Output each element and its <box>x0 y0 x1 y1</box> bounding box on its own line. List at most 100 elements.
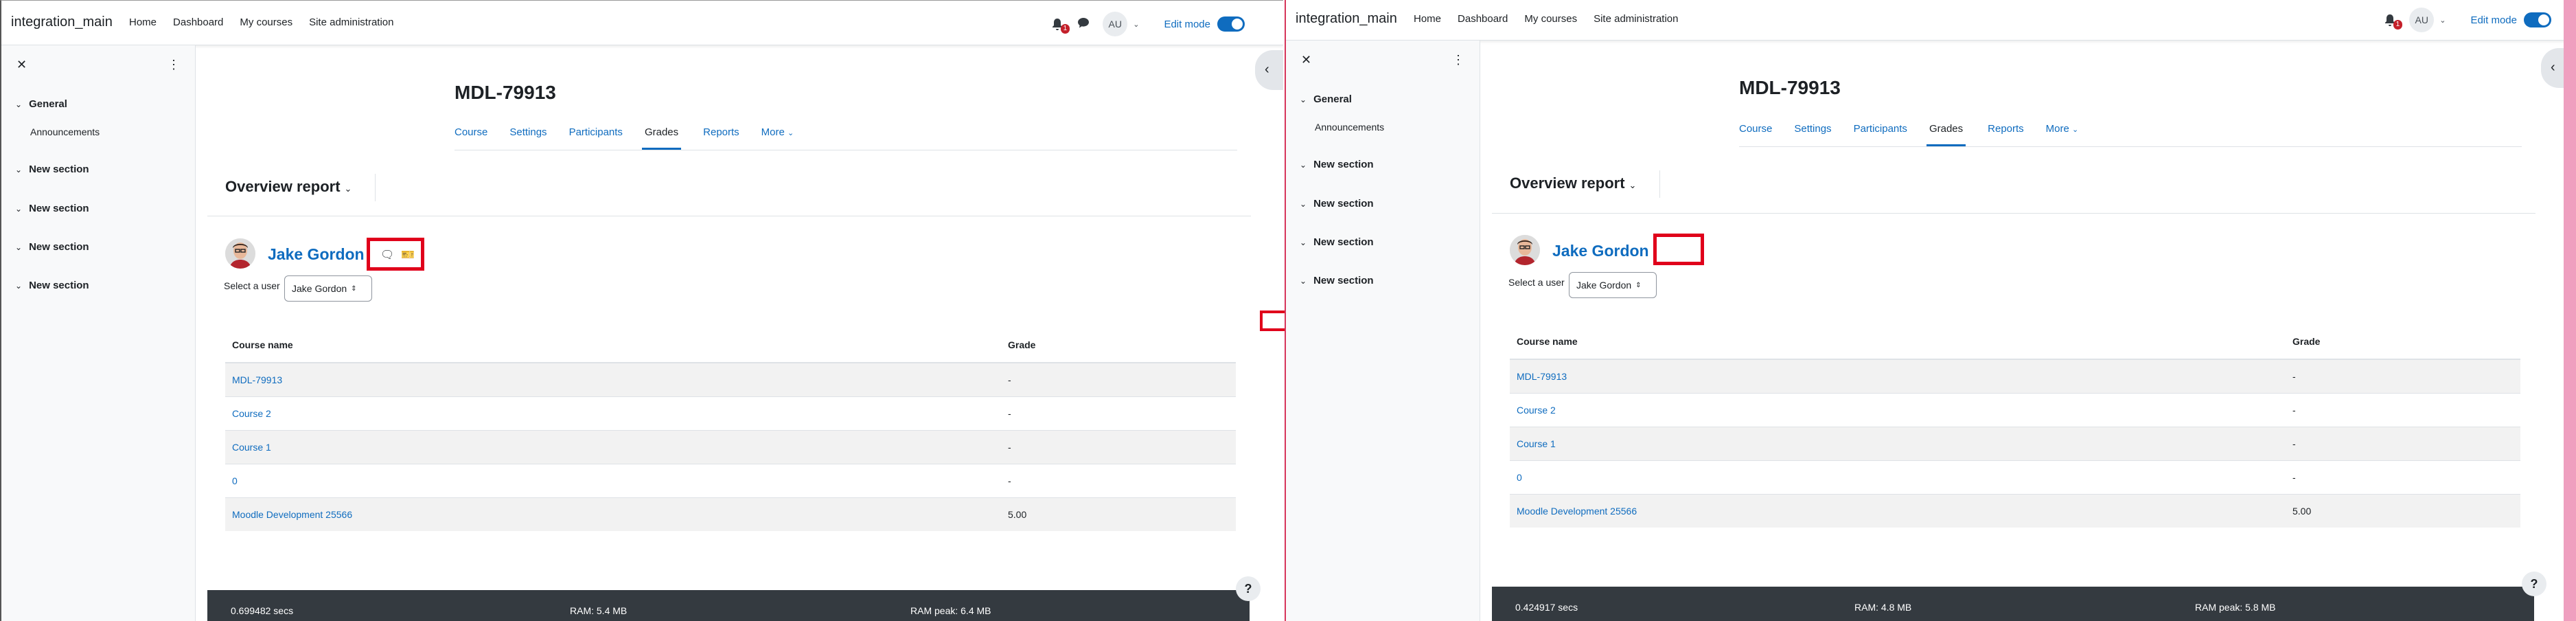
section-general[interactable]: ⌄ General <box>15 98 67 110</box>
course-index-drawer: ✕ ⋮ ⌄ General Announcements ⌄ New section … <box>1 45 196 621</box>
table-row: Course 1 - <box>1510 427 2520 461</box>
user-name-link[interactable]: Jake Gordon <box>268 245 365 264</box>
edit-mode-switch[interactable]: Edit mode <box>1164 16 1245 32</box>
drawer-options-kebab-icon[interactable]: ⋮ <box>1452 53 1464 67</box>
section-new-1[interactable]: ⌄ New section <box>1300 159 1374 170</box>
section-general[interactable]: ⌄ General <box>1300 93 1352 105</box>
section-new-2[interactable]: ⌄ New section <box>1300 198 1374 210</box>
column-header-course-name: Course name <box>1510 324 2286 360</box>
tab-participants[interactable]: Participants <box>1854 123 1907 146</box>
chevron-down-icon: ⌄ <box>15 203 23 214</box>
report-selector[interactable]: Overview report ⌄ <box>1510 174 1636 192</box>
report-selector[interactable]: Overview report ⌄ <box>225 178 352 196</box>
tab-settings[interactable]: Settings <box>509 126 547 150</box>
notifications-count-badge: 1 <box>2393 20 2403 30</box>
nav-site-administration[interactable]: Site administration <box>1594 13 1678 25</box>
grade-cell: - <box>1001 430 1236 464</box>
tab-reports[interactable]: Reports <box>703 126 739 150</box>
nav-my-courses[interactable]: My courses <box>240 16 292 28</box>
table-row: MDL-79913 - <box>1510 359 2520 394</box>
column-header-grade: Grade <box>1001 328 1236 363</box>
nav-home[interactable]: Home <box>1414 13 1441 25</box>
course-link[interactable]: 0 <box>1517 472 1522 483</box>
open-block-drawer-button[interactable]: ‹ <box>1255 50 1283 90</box>
notifications-bell-icon[interactable]: 1 <box>1050 17 1070 34</box>
close-drawer-icon[interactable]: ✕ <box>1301 53 1311 67</box>
messages-chat-icon[interactable] <box>1077 16 1090 33</box>
course-secondary-navigation: Course Settings Participants Grades Repo… <box>1739 123 2522 147</box>
tab-course[interactable]: Course <box>1739 123 1772 146</box>
course-link[interactable]: Course 2 <box>1517 405 1556 416</box>
performance-footer: 0.424917 secs RAM: 4.8 MB RAM peak: 5.8 … <box>1492 587 2534 621</box>
section-new-3[interactable]: ⌄ New section <box>15 241 89 253</box>
grade-cell: 5.00 <box>1001 497 1236 531</box>
select-arrows-icon: ⇕ <box>351 284 357 293</box>
drawer-options-kebab-icon[interactable]: ⋮ <box>168 58 180 72</box>
nav-home[interactable]: Home <box>129 16 157 28</box>
user-menu-chevron-down-icon[interactable]: ⌄ <box>1133 20 1139 29</box>
grade-cell: - <box>1001 464 1236 498</box>
notifications-bell-icon[interactable]: 1 <box>2383 13 2403 30</box>
user-profile-picture[interactable] <box>1510 235 1540 265</box>
select-user-label: Select a user <box>224 280 280 291</box>
open-block-drawer-button[interactable]: ‹ <box>2541 48 2571 88</box>
course-link[interactable]: 0 <box>232 475 238 486</box>
edit-mode-toggle[interactable] <box>2524 12 2551 27</box>
course-title: MDL-79913 <box>1739 77 1841 98</box>
course-link[interactable]: Course 1 <box>232 442 271 453</box>
section-new-1[interactable]: ⌄ New section <box>15 163 89 175</box>
user-menu-chevron-down-icon[interactable]: ⌄ <box>2439 16 2446 25</box>
nav-dashboard[interactable]: Dashboard <box>173 16 223 28</box>
tab-more[interactable]: More ⌄ <box>761 126 794 150</box>
edit-mode-switch[interactable]: Edit mode <box>2470 12 2551 27</box>
tab-course[interactable]: Course <box>455 126 487 150</box>
section-new-4[interactable]: ⌄ New section <box>15 280 89 291</box>
course-link[interactable]: Moodle Development 25566 <box>1517 506 1637 517</box>
site-brand[interactable]: integration_main <box>1296 11 1397 27</box>
chevron-left-icon: ‹ <box>1265 62 1269 77</box>
user-select-dropdown[interactable]: Jake Gordon ⇕ <box>1569 272 1657 298</box>
user-name-link[interactable]: Jake Gordon <box>1552 242 1649 260</box>
table-row: Moodle Development 25566 5.00 <box>225 497 1236 531</box>
tab-more[interactable]: More ⌄ <box>2046 123 2079 146</box>
close-drawer-icon[interactable]: ✕ <box>16 58 27 72</box>
tab-reports[interactable]: Reports <box>1988 123 2024 146</box>
activity-announcements[interactable]: Announcements <box>30 126 100 137</box>
nav-dashboard[interactable]: Dashboard <box>1458 13 1508 25</box>
help-button[interactable]: ? <box>1236 576 1261 601</box>
user-select-dropdown[interactable]: Jake Gordon ⇕ <box>284 275 372 302</box>
grade-cell: - <box>2286 393 2520 427</box>
tab-grades[interactable]: Grades <box>1926 123 1966 146</box>
chevron-down-icon: ⌄ <box>1300 94 1307 104</box>
navbar-user-area: 1 AU ⌄ Edit mode <box>1050 12 1245 36</box>
course-link[interactable]: Course 2 <box>232 408 271 419</box>
help-button[interactable]: ? <box>2522 572 2546 596</box>
section-new-2[interactable]: ⌄ New section <box>15 203 89 214</box>
course-link[interactable]: MDL-79913 <box>1517 371 1567 382</box>
column-header-grade: Grade <box>2286 324 2520 360</box>
section-new-3[interactable]: ⌄ New section <box>1300 236 1374 248</box>
user-profile-card-icon[interactable]: 🎫 <box>401 248 415 262</box>
nav-my-courses[interactable]: My courses <box>1524 13 1577 25</box>
user-menu-avatar[interactable]: AU <box>1103 12 1128 36</box>
edit-mode-label: Edit mode <box>2470 14 2517 26</box>
tab-grades[interactable]: Grades <box>641 126 682 150</box>
tab-participants[interactable]: Participants <box>569 126 623 150</box>
top-navbar: integration_main Home Dashboard My cours… <box>1 1 1283 45</box>
course-link[interactable]: MDL-79913 <box>232 374 282 385</box>
primary-navigation: Home Dashboard My courses Site administr… <box>129 16 394 28</box>
edit-mode-toggle[interactable] <box>1217 16 1245 32</box>
section-new-4[interactable]: ⌄ New section <box>1300 275 1374 286</box>
table-row: Course 1 - <box>225 430 1236 464</box>
site-brand[interactable]: integration_main <box>11 14 113 30</box>
nav-site-administration[interactable]: Site administration <box>309 16 393 28</box>
tab-settings[interactable]: Settings <box>1794 123 1831 146</box>
user-profile-picture[interactable] <box>225 238 255 269</box>
message-user-icon[interactable]: 🗨 <box>380 248 394 262</box>
activity-announcements[interactable]: Announcements <box>1315 122 1384 133</box>
table-row: MDL-79913 - <box>225 362 1236 397</box>
user-menu-avatar[interactable]: AU <box>2409 8 2435 32</box>
footer-ram: RAM: 4.8 MB <box>1854 602 1912 613</box>
course-link[interactable]: Course 1 <box>1517 438 1556 449</box>
course-link[interactable]: Moodle Development 25566 <box>232 509 352 520</box>
